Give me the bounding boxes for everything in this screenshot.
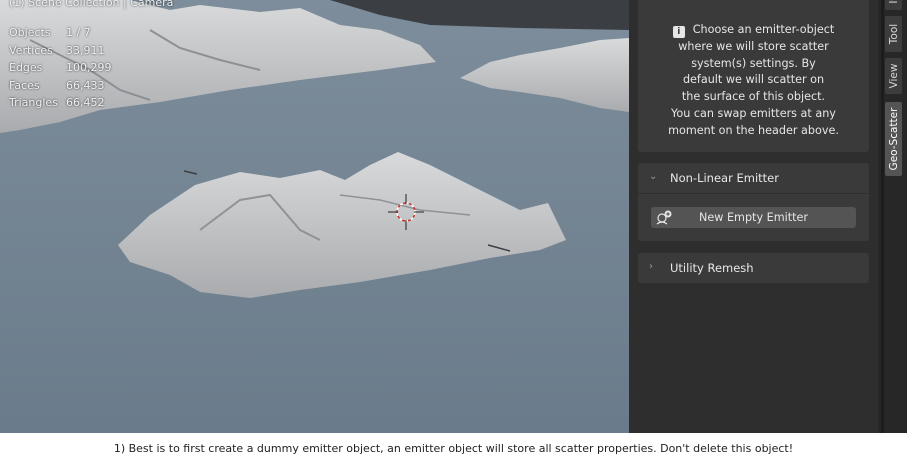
- stat-label: Vertices: [9, 43, 53, 57]
- stat-label: Edges: [9, 61, 43, 74]
- tab-view-label: View: [887, 63, 900, 89]
- info-line: i Choose an emitter-object: [638, 22, 869, 39]
- sidebar-panel: i Choose an emitter-object where we will …: [629, 0, 878, 433]
- stat-label: Triangles: [9, 96, 58, 109]
- info-line-text: Choose an emitter-object: [692, 23, 835, 36]
- stat-value: 66,433: [66, 78, 105, 92]
- tab-tool[interactable]: Tool: [885, 16, 902, 52]
- nonlinear-emitter-label: Non-Linear Emitter: [670, 171, 779, 185]
- tab-view[interactable]: View: [885, 58, 902, 94]
- info-line: where we will store scatter: [678, 39, 829, 53]
- stat-value: 100,299: [66, 61, 112, 74]
- stat-value: 66,452: [66, 96, 105, 109]
- info-line: the surface of this object.: [681, 90, 826, 104]
- info-line: system(s) settings. By: [691, 56, 816, 70]
- stat-row-faces: Faces 66,433: [9, 77, 112, 95]
- tab-item-label: It: [887, 0, 900, 4]
- chevron-right-icon: ›: [649, 261, 653, 272]
- stat-value: 33,911: [66, 43, 105, 57]
- caption-text: 1) Best is to first create a dummy emitt…: [113, 442, 794, 455]
- stat-value: 1 / 7: [66, 26, 91, 39]
- stat-row-edges: Edges 100,299: [9, 59, 112, 77]
- new-empty-emitter-label: New Empty Emitter: [699, 211, 808, 224]
- tab-geo-scatter-label: Geo-Scatter: [887, 107, 900, 171]
- stat-row-triangles: Triangles 66,452: [9, 94, 112, 112]
- viewport-header-text: (1) Scene Collection | Camera: [9, 0, 174, 9]
- stat-row-vertices: Vertices 33,911: [9, 42, 112, 60]
- utility-remesh-label: Utility Remesh: [670, 261, 754, 275]
- sidebar-tabs: It Tool View Geo-Scatter: [878, 0, 907, 433]
- stat-label: Faces: [9, 78, 40, 92]
- info-line: You can swap emitters at any: [671, 106, 836, 120]
- stat-row-objects: Objects 1 / 7: [9, 24, 112, 42]
- tab-tool-label: Tool: [887, 23, 900, 45]
- info-message: i Choose an emitter-object where we will …: [638, 22, 869, 140]
- info-line: default we will scatter on: [682, 73, 825, 87]
- utility-remesh-header[interactable]: › Utility Remesh: [638, 253, 869, 283]
- sidebar-scrollbar[interactable]: [881, 0, 884, 433]
- add-emitter-icon: [656, 210, 672, 225]
- utility-remesh-panel[interactable]: › Utility Remesh: [638, 253, 869, 283]
- nonlinear-emitter-panel: ⌄ Non-Linear Emitter New Empty Emitter: [638, 163, 869, 241]
- info-icon: i: [672, 26, 685, 38]
- 3d-viewport[interactable]: (1) Scene Collection | Camera Objects 1 /…: [0, 0, 629, 433]
- new-empty-emitter-button[interactable]: New Empty Emitter: [651, 207, 856, 228]
- chevron-down-icon: ⌄: [649, 171, 658, 182]
- stat-label: Objects: [9, 26, 51, 39]
- tab-geo-scatter[interactable]: Geo-Scatter: [885, 102, 902, 176]
- info-line: moment on the header above.: [668, 123, 839, 137]
- nonlinear-emitter-header[interactable]: ⌄ Non-Linear Emitter: [638, 163, 869, 194]
- tab-item[interactable]: It: [885, 0, 902, 10]
- info-box: i Choose an emitter-object where we will …: [638, 0, 869, 152]
